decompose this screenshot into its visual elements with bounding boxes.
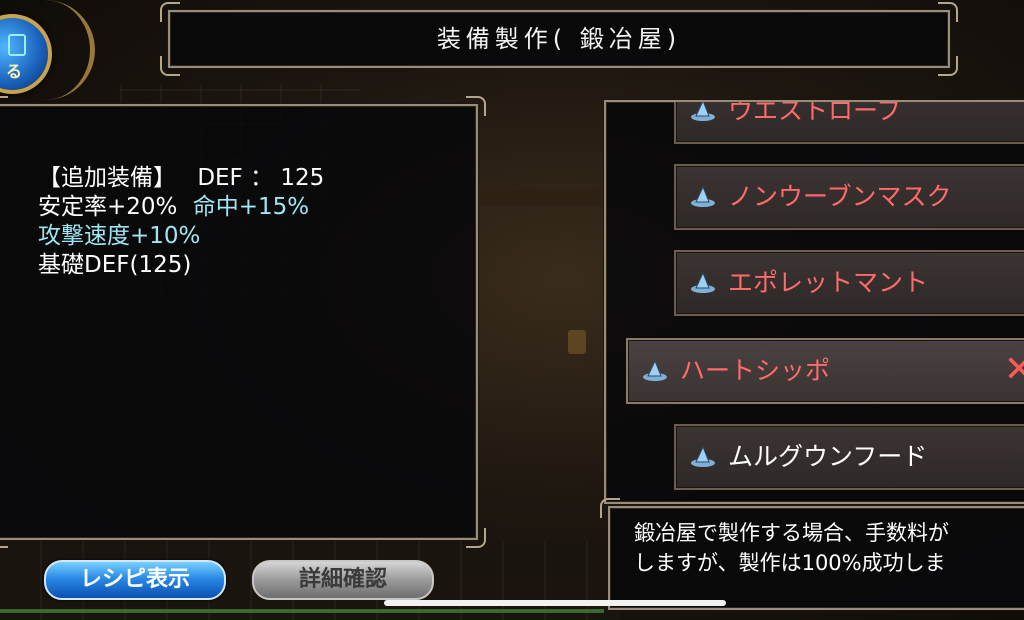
menu-icon xyxy=(8,34,26,56)
list-item-label: ハートシッポ xyxy=(680,356,831,385)
list-item-label: ノンウーブンマスク xyxy=(728,182,952,211)
home-indicator[interactable] xyxy=(384,600,726,606)
base-def-stat: 基礎DEF(125) xyxy=(38,252,192,278)
description-line-2: しますが、製作は100%成功しま xyxy=(634,551,946,575)
background-lamp xyxy=(568,330,586,354)
equipment-info-panel: 【追加装備】 DEF ： 125 安定率+20% 命中+15% 攻撃速度+10%… xyxy=(0,96,486,548)
hat-icon xyxy=(691,445,715,467)
list-item-label: ウエストローブ xyxy=(728,100,902,125)
hat-icon xyxy=(643,359,667,381)
hat-icon xyxy=(691,185,715,207)
craft-item-list: ウエストローブ ノンウーブンマスク エポレットマント ハートシッポ ✕ ムルグウ… xyxy=(604,100,1024,504)
list-item[interactable]: エポレットマント xyxy=(674,250,1024,316)
list-item-selected[interactable]: ハートシッポ ✕ xyxy=(626,338,1024,404)
list-item[interactable]: ウエストローブ xyxy=(674,100,1024,144)
stats-block: 【追加装備】 DEF ： 125 安定率+20% 命中+15% 攻撃速度+10%… xyxy=(38,164,324,280)
title-bar: 装備製作( 鍛冶屋) xyxy=(160,2,958,76)
list-item[interactable]: ノンウーブンマスク xyxy=(674,164,1024,230)
attack-speed-stat: 攻撃速度+10% xyxy=(38,223,201,249)
hat-icon xyxy=(691,271,715,293)
accuracy-stat: 命中+15% xyxy=(192,194,310,220)
close-icon[interactable]: ✕ xyxy=(1004,350,1024,390)
list-item[interactable]: ムルグウンフード xyxy=(674,424,1024,490)
hat-icon xyxy=(691,102,715,121)
stability-stat: 安定率+20% xyxy=(38,194,178,220)
additional-equip-label: 【追加装備】 xyxy=(38,165,176,191)
background-beam xyxy=(480,190,610,206)
orb-button-label: る xyxy=(6,62,23,81)
description-text: 鍛冶屋で製作する場合、手数料が しますが、製作は100%成功しま xyxy=(634,518,949,578)
detail-check-button[interactable]: 詳細確認 xyxy=(252,560,434,600)
def-value: DEF ： 125 xyxy=(197,165,325,191)
description-panel: 鍛冶屋で製作する場合、手数料が しますが、製作は100%成功しま xyxy=(600,498,1024,610)
show-recipe-button[interactable]: レシピ表示 xyxy=(44,560,226,600)
list-item-label: エポレットマント xyxy=(728,268,929,297)
list-item-label: ムルグウンフード xyxy=(728,442,928,471)
page-title: 装備製作( 鍛冶屋) xyxy=(436,25,682,53)
bottom-divider xyxy=(0,609,604,613)
description-line-1: 鍛冶屋で製作する場合、手数料が xyxy=(634,521,949,545)
